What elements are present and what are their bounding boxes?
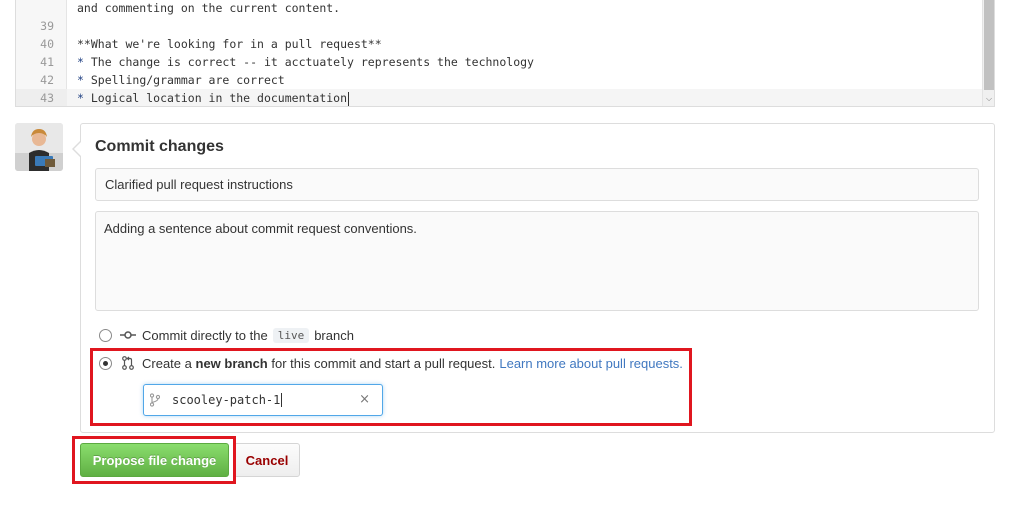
- new-branch-radio[interactable]: [99, 356, 112, 370]
- line-text: Spelling/grammar are correct: [83, 73, 285, 87]
- line-number: 40: [40, 37, 54, 51]
- editor-line[interactable]: 41 * The change is correct -- it acctuat…: [16, 53, 984, 71]
- line-number: 43: [16, 89, 67, 106]
- line-number: 39: [40, 19, 54, 33]
- learn-more-pull-requests-link[interactable]: Learn more about pull requests.: [499, 356, 683, 371]
- new-branch-prefix: Create a: [142, 355, 192, 371]
- git-branch-icon: [150, 393, 170, 407]
- list-marker: *: [77, 73, 84, 87]
- text-cursor: [281, 393, 283, 407]
- git-pull-request-icon: [120, 356, 136, 370]
- commit-directly-option[interactable]: Commit directly to the live branch: [99, 326, 354, 344]
- code-editor[interactable]: and commenting on the current content. 3…: [15, 0, 995, 107]
- line-number: 41: [40, 55, 54, 69]
- user-photo-icon: [15, 123, 63, 171]
- new-branch-bold: new branch: [195, 355, 268, 371]
- cancel-button[interactable]: Cancel: [234, 443, 300, 477]
- new-branch-option[interactable]: Create a new branch for this commit and …: [99, 354, 683, 372]
- editor-line-active[interactable]: 43 * Logical location in the documentati…: [16, 89, 984, 106]
- commit-description-input[interactable]: Adding a sentence about commit request c…: [95, 211, 979, 311]
- line-text: The change is correct -- it acctuately r…: [83, 55, 534, 69]
- text-cursor: [348, 91, 350, 106]
- list-marker: *: [77, 91, 84, 105]
- editor-scrollbar[interactable]: ⌵: [982, 0, 994, 106]
- editor-line[interactable]: 40 **What we're looking for in a pull re…: [16, 35, 984, 53]
- git-commit-icon: [120, 328, 136, 342]
- branch-name-value: scooley-patch-1: [172, 393, 281, 407]
- scroll-down-icon[interactable]: ⌵: [983, 92, 994, 106]
- line-text: Logical location in the documentation: [83, 91, 348, 105]
- propose-file-change-button[interactable]: Propose file change: [80, 443, 229, 477]
- line-code[interactable]: * Logical location in the documentation: [77, 89, 350, 106]
- line-code[interactable]: * The change is correct -- it acctuately…: [77, 53, 534, 71]
- branch-name-badge: live: [272, 327, 310, 343]
- list-marker: *: [77, 55, 84, 69]
- commit-summary-input[interactable]: Clarified pull request instructions: [95, 168, 979, 201]
- clear-branch-icon[interactable]: ×: [359, 392, 370, 407]
- new-branch-suffix: for this commit and start a pull request…: [271, 355, 496, 371]
- line-code[interactable]: **What we're looking for in a pull reque…: [77, 35, 382, 53]
- branch-name-input[interactable]: scooley-patch-1 ×: [143, 384, 383, 416]
- editor-line[interactable]: 39: [16, 17, 984, 35]
- commit-directly-radio[interactable]: [99, 328, 112, 342]
- line-number: 42: [40, 73, 54, 87]
- avatar: [15, 123, 63, 171]
- commit-directly-suffix: branch: [314, 327, 354, 343]
- editor-line[interactable]: and commenting on the current content.: [16, 0, 984, 17]
- line-code[interactable]: and commenting on the current content.: [77, 0, 340, 17]
- commit-title: Commit changes: [95, 138, 224, 155]
- commit-directly-label: Commit directly to the: [142, 327, 268, 343]
- commit-box-pointer-inner: [74, 142, 81, 156]
- scrollbar-thumb[interactable]: [984, 0, 994, 90]
- editor-line[interactable]: 42 * Spelling/grammar are correct: [16, 71, 984, 89]
- line-code[interactable]: * Spelling/grammar are correct: [77, 71, 285, 89]
